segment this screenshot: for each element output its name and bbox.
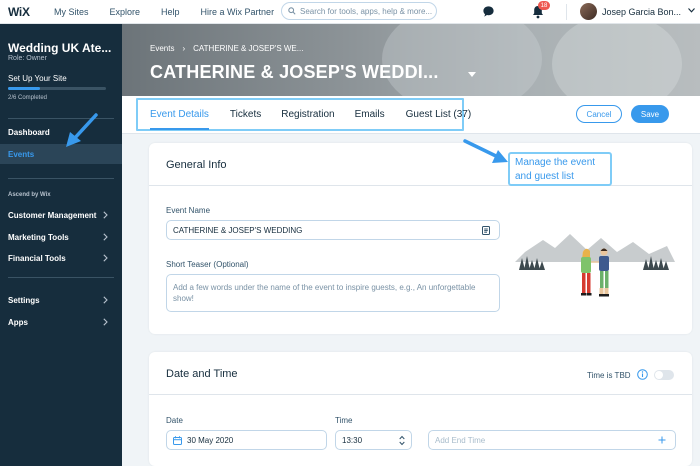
setup-count: 2/6 Completed [8, 95, 48, 101]
date-time-title: Date and Time [166, 368, 238, 380]
tab-registration[interactable]: Registration [281, 99, 334, 130]
sidebar-item-financial-tools[interactable]: Financial Tools [0, 248, 122, 268]
sidebar-item-label: Marketing Tools [8, 232, 69, 242]
top-divider [566, 4, 567, 20]
tab-tickets[interactable]: Tickets [230, 99, 261, 130]
plus-icon[interactable] [658, 436, 666, 444]
breadcrumb-current: CATHERINE & JOSEP'S WE... [193, 44, 304, 53]
general-info-title: General Info [166, 159, 227, 171]
chevron-down-icon[interactable] [468, 72, 476, 77]
save-button[interactable]: Save [631, 105, 669, 123]
event-tabs: Event Details Tickets Registration Email… [136, 98, 471, 131]
chevron-right-icon [103, 296, 108, 304]
sidebar-item-label: Apps [8, 317, 28, 327]
info-icon[interactable] [637, 369, 648, 380]
sidebar-item-marketing-tools[interactable]: Marketing Tools [0, 227, 122, 247]
setup-progress-fill [8, 87, 41, 90]
chat-icon[interactable] [482, 5, 495, 18]
sidebar-item-settings[interactable]: Settings [0, 290, 122, 310]
chevron-down-icon[interactable] [688, 8, 695, 13]
date-label: Date [166, 416, 183, 425]
search-icon [288, 7, 296, 15]
short-teaser-label: Short Teaser (Optional) [166, 260, 249, 269]
event-header-banner: Events › CATHERINE & JOSEP'S WE... CATHERI… [122, 24, 700, 96]
time-label: Time [335, 416, 353, 425]
card-divider [149, 394, 692, 395]
callout-note: Manage the event and guest list [508, 152, 612, 186]
page-title: CATHERINE & JOSEP'S WEDDI... [150, 62, 439, 82]
chevron-right-icon [103, 318, 108, 326]
wix-logo[interactable]: WiX [0, 5, 34, 19]
cancel-button[interactable]: Cancel [576, 105, 622, 123]
sidebar-item-apps[interactable]: Apps [0, 312, 122, 332]
sidebar-item-events[interactable]: Events [0, 144, 122, 164]
time-tbd-toggle[interactable] [654, 370, 674, 380]
annotation-arrow-icon [463, 139, 508, 163]
site-role: Role: Owner [8, 55, 47, 62]
event-name-label: Event Name [166, 206, 211, 215]
avatar[interactable] [580, 3, 597, 20]
time-stepper-icon[interactable] [399, 435, 405, 446]
site-name[interactable]: Wedding UK Ate... [8, 41, 118, 55]
nav-my-sites[interactable]: My Sites [54, 7, 89, 17]
short-teaser-textarea[interactable]: Add a few words under the name of the ev… [166, 274, 500, 312]
nav-hire-partner[interactable]: Hire a Wix Partner [201, 7, 275, 17]
breadcrumb-events[interactable]: Events [150, 44, 174, 53]
date-value: 30 May 2020 [187, 435, 234, 445]
chevron-right-icon [103, 211, 108, 219]
banner-photo-blur [382, 24, 542, 96]
breadcrumb: Events › CATHERINE & JOSEP'S WE... [150, 44, 303, 53]
sidebar: Wedding UK Ate... Role: Owner Set Up You… [0, 24, 122, 466]
sidebar-item-dashboard[interactable]: Dashboard [0, 122, 122, 142]
nav-help[interactable]: Help [161, 7, 180, 17]
user-name[interactable]: Josep Garcia Bon... [602, 7, 681, 17]
setup-progress-bar [8, 87, 106, 90]
sidebar-item-customer-management[interactable]: Customer Management [0, 205, 122, 225]
chevron-right-icon [103, 254, 108, 262]
date-field[interactable]: 30 May 2020 [166, 430, 327, 450]
time-field[interactable]: 13:30 [335, 430, 412, 450]
sidebar-divider [8, 178, 114, 179]
tabs-row: Event Details Tickets Registration Email… [122, 96, 700, 134]
sidebar-item-label: Customer Management [8, 210, 97, 220]
date-time-card: Date and Time Time is TBD Date 30 May 20… [149, 352, 692, 466]
breadcrumb-separator-icon: › [182, 44, 186, 53]
tab-guest-list[interactable]: Guest List (37) [406, 99, 472, 130]
top-bar: WiX My Sites Explore Help Hire a Wix Par… [0, 0, 700, 24]
couple-illustration [515, 234, 675, 297]
end-time-placeholder: Add End Time [435, 435, 486, 445]
time-tbd-label: Time is TBD [587, 371, 631, 380]
sidebar-item-label: Financial Tools [8, 253, 66, 263]
notification-badge: 18 [538, 1, 550, 10]
end-time-field[interactable]: Add End Time [428, 430, 676, 450]
text-format-icon[interactable] [482, 226, 490, 235]
nav-explore[interactable]: Explore [110, 7, 141, 17]
tab-event-details[interactable]: Event Details [150, 99, 209, 130]
sidebar-item-label: Settings [8, 295, 40, 305]
top-nav: My Sites Explore Help Hire a Wix Partner [34, 7, 274, 17]
search-placeholder: Search for tools, apps, help & more... [300, 6, 433, 16]
time-value: 13:30 [342, 435, 363, 445]
chevron-right-icon [103, 233, 108, 241]
calendar-icon [173, 435, 182, 445]
sidebar-section-ascend: Ascend by Wix [8, 192, 51, 198]
sidebar-divider [8, 277, 114, 278]
event-name-field[interactable]: CATHERINE & JOSEP'S WEDDING [166, 220, 500, 240]
annotation-arrow-icon [66, 113, 98, 147]
setup-site-link[interactable]: Set Up Your Site [8, 74, 67, 83]
event-name-value: CATHERINE & JOSEP'S WEDDING [173, 225, 303, 235]
banner-photo-blur [552, 24, 682, 96]
tab-emails[interactable]: Emails [355, 99, 385, 130]
search-input[interactable]: Search for tools, apps, help & more... [281, 2, 437, 20]
